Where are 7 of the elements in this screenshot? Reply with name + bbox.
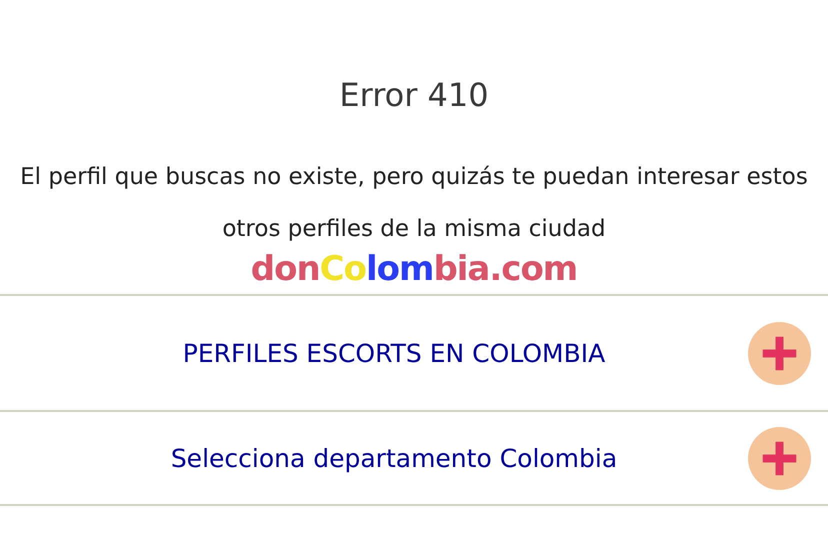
section-header[interactable]: Selecciona departamento Colombia (0, 444, 748, 472)
section-header[interactable]: PERFILES ESCORTS EN COLOMBIA (0, 338, 748, 368)
error-title: Error 410 (338, 75, 490, 116)
plus-icon[interactable] (748, 322, 811, 384)
site-logo[interactable]: donColombia.com (250, 247, 578, 291)
error-message: El perfil que buscas no existe, pero quizás te puedan interesar estos otros perfiles de la misma ciudad (19, 163, 809, 244)
plus-icon[interactable] (748, 426, 811, 490)
